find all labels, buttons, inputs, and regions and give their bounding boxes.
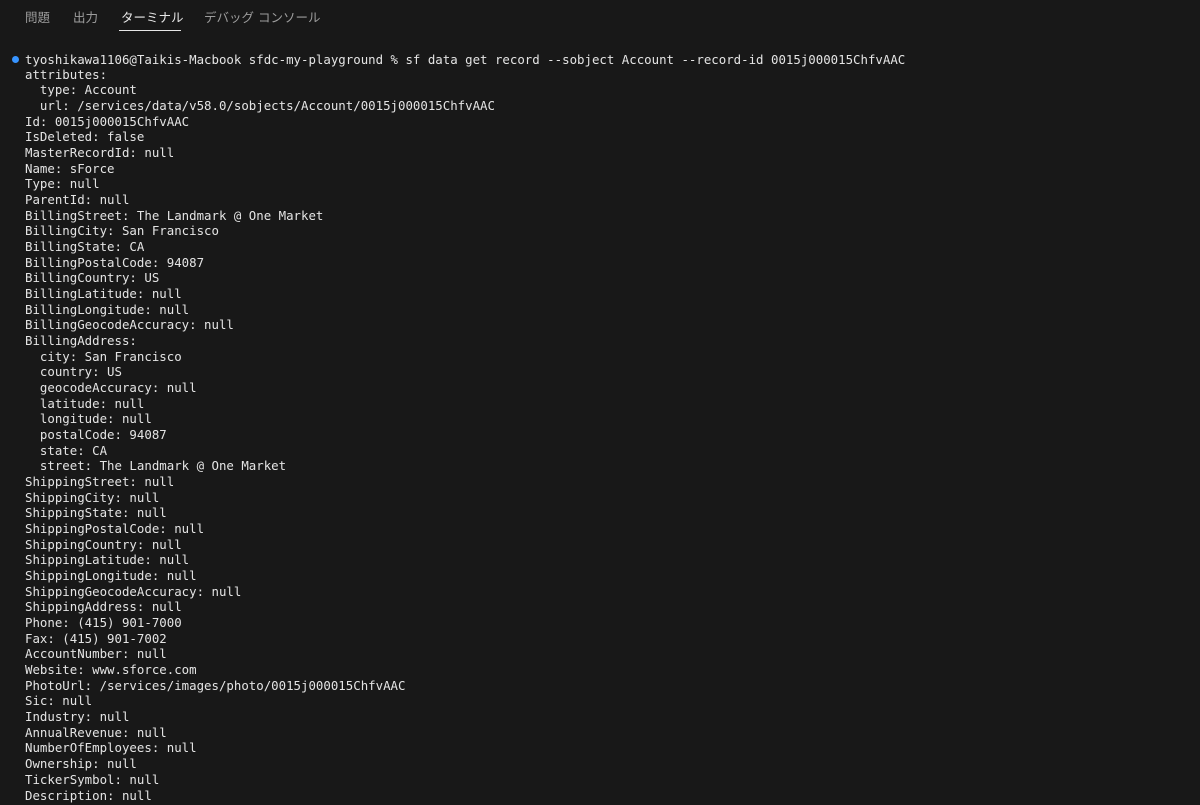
- output-line: ParentId: null: [25, 191, 130, 207]
- output-line: Description: null: [25, 787, 152, 803]
- command-output: attributes: type: Account url: /services…: [25, 67, 495, 804]
- output-line: latitude: null: [25, 395, 145, 411]
- output-line: AnnualRevenue: null: [25, 724, 167, 740]
- output-line: ShippingGeocodeAccuracy: null: [25, 583, 242, 599]
- output-line: BillingLatitude: null: [25, 286, 182, 301]
- output-line: NumberOfEmployees: null: [25, 740, 197, 756]
- output-line: MasterRecordId: null: [25, 144, 175, 160]
- output-line: BillingState: CA: [25, 238, 145, 254]
- terminal-output-area[interactable]: tyoshikawa1106@Taikis-Macbook sfdc-my-pl…: [0, 51, 1200, 805]
- output-line: Sic: null: [25, 693, 93, 709]
- terminal-panel: 問題 出力 ターミナル デバッグ コンソール tyoshikawa1106@Ta…: [0, 0, 1200, 805]
- output-line: BillingCity: San Francisco: [25, 223, 219, 239]
- output-line: Phone: (415) 901-7000: [25, 615, 182, 631]
- output-line: ShippingState: null: [25, 505, 167, 521]
- output-line: PhotoUrl: /services/images/photo/0015j00…: [25, 677, 406, 693]
- output-line: type: Account: [25, 82, 137, 98]
- tab-output[interactable]: 出力: [73, 10, 98, 26]
- command-text: tyoshikawa1106@Taikis-Macbook sfdc-my-pl…: [25, 52, 906, 67]
- output-line: ShippingCountry: null: [25, 536, 182, 552]
- output-line: BillingLongitude: null: [25, 301, 190, 317]
- output-line: Fax: (415) 901-7002: [25, 630, 167, 646]
- output-line: ShippingCity: null: [25, 489, 160, 505]
- output-line: AccountNumber: null: [25, 646, 167, 662]
- output-line: TickerSymbol: null: [25, 771, 160, 787]
- output-line: attributes:: [25, 66, 108, 82]
- output-line: street: The Landmark @ One Market: [25, 458, 287, 474]
- output-line: longitude: null: [25, 411, 152, 427]
- tab-terminal[interactable]: ターミナル: [121, 10, 184, 26]
- tab-debug-console[interactable]: デバッグ コンソール: [204, 10, 320, 26]
- output-line: IsDeleted: false: [25, 129, 145, 145]
- command-line: tyoshikawa1106@Taikis-Macbook sfdc-my-pl…: [0, 51, 1200, 68]
- output-line: state: CA: [25, 442, 108, 458]
- output-line: country: US: [25, 364, 122, 380]
- output-line: Website: www.sforce.com: [25, 662, 197, 678]
- output-line: BillingStreet: The Landmark @ One Market: [25, 207, 324, 223]
- active-tab-indicator: [119, 30, 181, 31]
- output-line: postalCode: 94087: [25, 427, 167, 443]
- output-line: ShippingLongitude: null: [25, 568, 197, 584]
- output-line: Type: null: [25, 176, 100, 192]
- output-line: ShippingAddress: null: [25, 599, 182, 615]
- output-line: Industry: null: [25, 709, 130, 725]
- output-line: geocodeAccuracy: null: [25, 380, 197, 396]
- output-line: BillingPostalCode: 94087: [25, 254, 205, 270]
- output-line: ShippingLatitude: null: [25, 552, 190, 568]
- output-line: Id: 0015j000015ChfvAAC: [25, 113, 190, 129]
- command-status-dot-icon[interactable]: [12, 56, 19, 63]
- panel-tab-bar: 問題 出力 ターミナル デバッグ コンソール: [0, 0, 1200, 36]
- output-line: url: /services/data/v58.0/sobjects/Accou…: [25, 97, 495, 113]
- output-line: BillingAddress:: [25, 333, 137, 349]
- output-line: ShippingPostalCode: null: [25, 521, 205, 537]
- output-line: BillingGeocodeAccuracy: null: [25, 317, 234, 333]
- output-line: city: San Francisco: [25, 348, 182, 364]
- tab-problems[interactable]: 問題: [25, 10, 50, 26]
- output-line: Ownership: null: [25, 756, 137, 772]
- output-line: ShippingStreet: null: [25, 474, 175, 490]
- output-line: BillingCountry: US: [25, 270, 160, 286]
- output-line: Name: sForce: [25, 160, 115, 176]
